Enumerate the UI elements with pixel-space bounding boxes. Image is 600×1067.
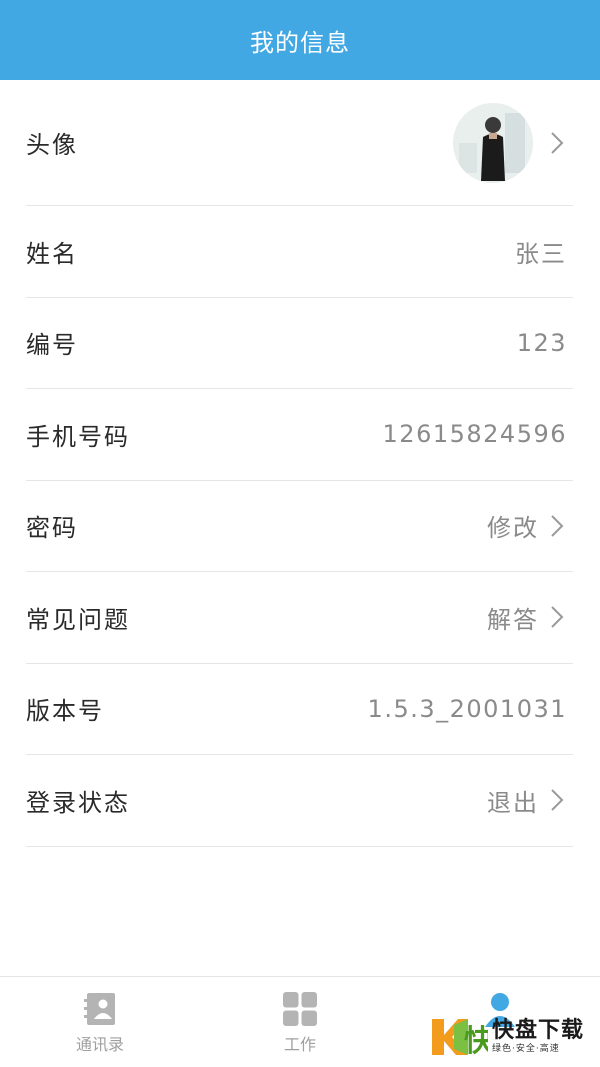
name-row: 姓名 张三 bbox=[26, 206, 573, 298]
tab-work-label: 工作 bbox=[283, 1035, 316, 1054]
chevron-right-icon bbox=[545, 127, 569, 159]
chevron-right-icon bbox=[545, 784, 569, 816]
chevron-right-icon bbox=[545, 510, 569, 542]
faq-label: 常见问题 bbox=[26, 605, 130, 634]
avatar-label: 头像 bbox=[26, 131, 78, 159]
contacts-icon bbox=[84, 993, 115, 1025]
id-row: 编号 123 bbox=[26, 298, 573, 389]
faq-action: 解答 bbox=[487, 605, 539, 634]
info-list: 头像 姓名 张三 编号 123 手机号码 12615824596 密码 修改 常… bbox=[0, 80, 600, 847]
tab-contacts-label: 通讯录 bbox=[75, 1035, 124, 1054]
id-value: 123 bbox=[516, 328, 567, 357]
id-label: 编号 bbox=[26, 331, 78, 360]
svg-text:快: 快 bbox=[464, 1024, 488, 1059]
version-label: 版本号 bbox=[26, 697, 104, 726]
name-label: 姓名 bbox=[26, 239, 78, 268]
login-status-row[interactable]: 登录状态 退出 bbox=[26, 755, 573, 847]
tab-work[interactable]: 工作 bbox=[200, 977, 400, 1067]
watermark: 快 快盘下载 绿色·安全·高速 bbox=[428, 1012, 598, 1062]
password-label: 密码 bbox=[26, 514, 78, 543]
watermark-logo-icon: 快 bbox=[432, 1019, 488, 1059]
tab-contacts[interactable]: 通讯录 bbox=[0, 977, 200, 1067]
login-status-label: 登录状态 bbox=[26, 788, 130, 817]
logout-action: 退出 bbox=[487, 788, 539, 817]
phone-value: 12615824596 bbox=[382, 420, 567, 449]
grid-icon bbox=[283, 992, 317, 1026]
password-row[interactable]: 密码 修改 bbox=[26, 481, 573, 572]
watermark-slogan: 绿色·安全·高速 bbox=[492, 1044, 560, 1054]
phone-label: 手机号码 bbox=[26, 422, 130, 451]
header-bar: 我的信息 bbox=[0, 0, 600, 80]
watermark-brand: 快盘下载 bbox=[492, 1018, 585, 1043]
page-title: 我的信息 bbox=[250, 28, 350, 57]
chevron-right-icon bbox=[545, 601, 569, 633]
password-action: 修改 bbox=[487, 514, 539, 543]
name-value: 张三 bbox=[515, 239, 567, 268]
avatar-row[interactable]: 头像 bbox=[26, 80, 573, 206]
avatar[interactable] bbox=[453, 102, 533, 183]
version-value: 1.5.3_2001031 bbox=[367, 694, 567, 723]
version-row: 版本号 1.5.3_2001031 bbox=[26, 664, 573, 755]
phone-row: 手机号码 12615824596 bbox=[26, 389, 573, 481]
faq-row[interactable]: 常见问题 解答 bbox=[26, 572, 573, 664]
